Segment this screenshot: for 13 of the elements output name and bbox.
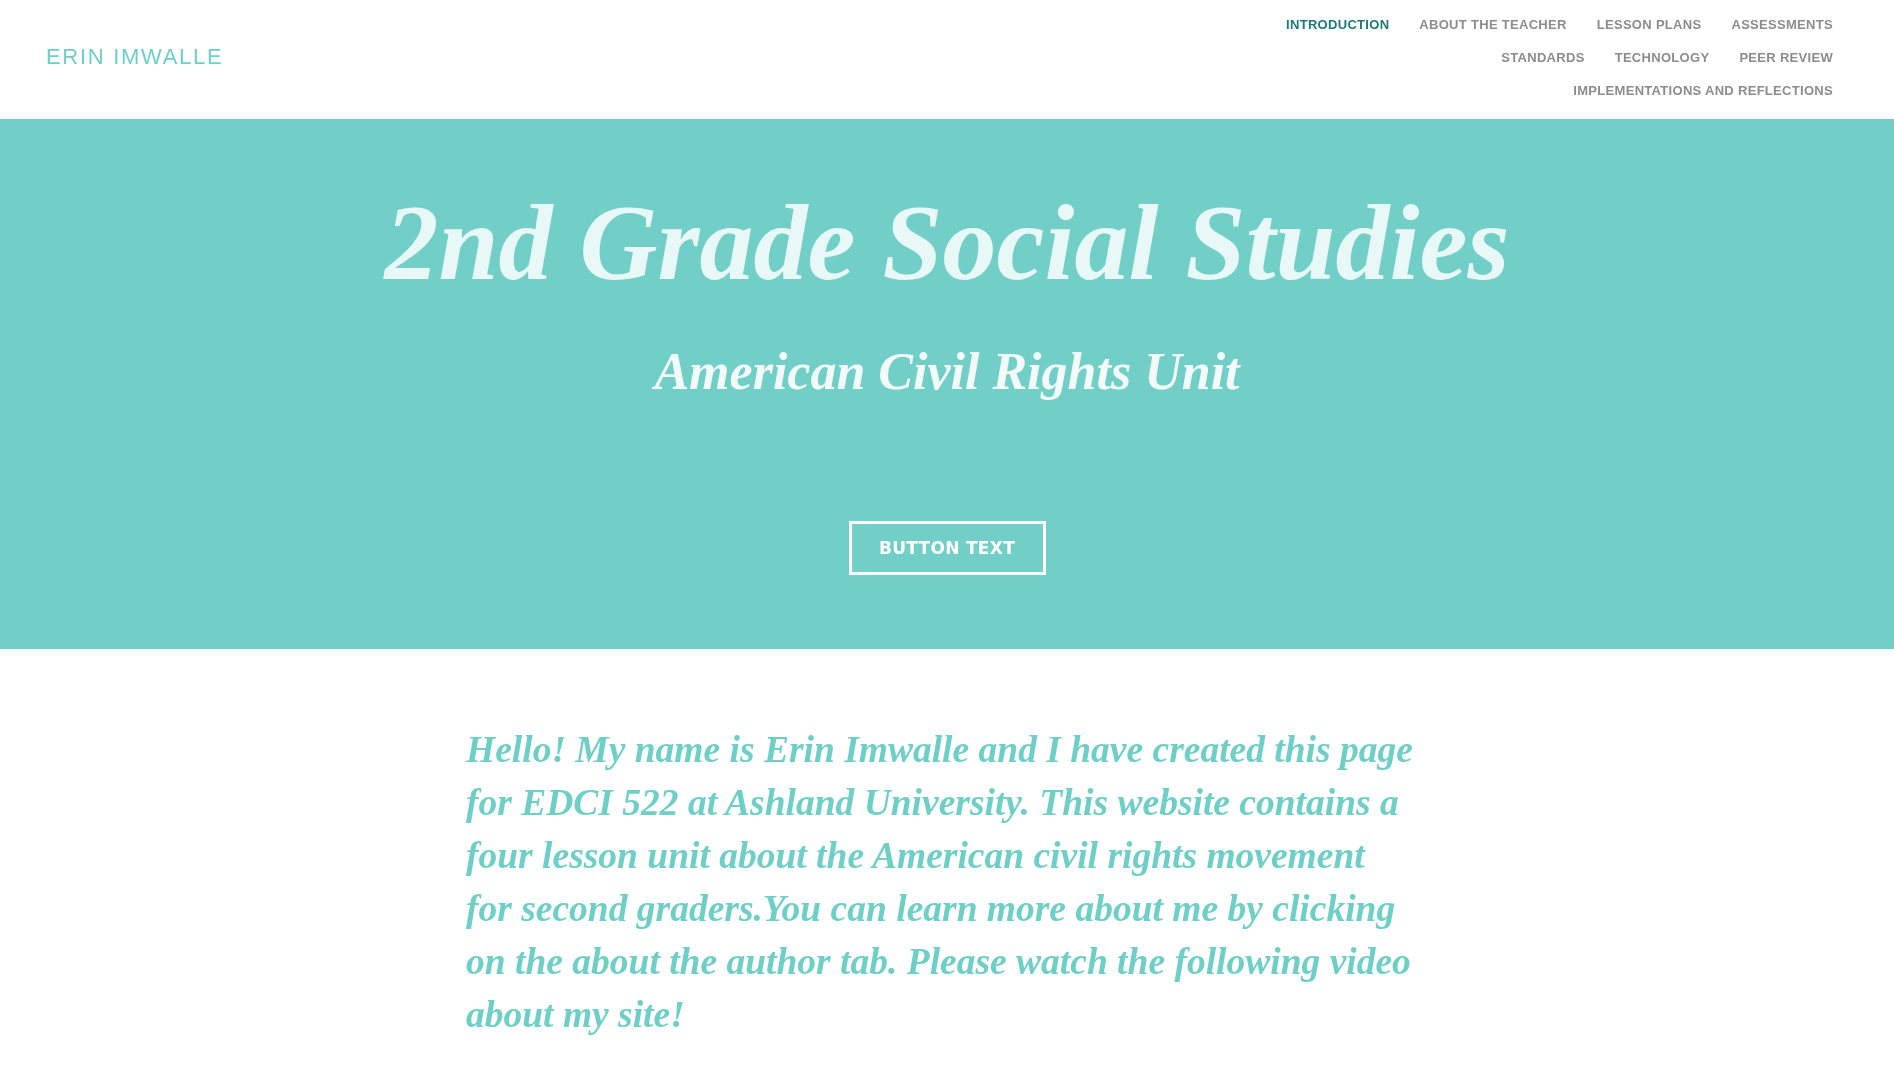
hero-subtitle: American Civil Rights Unit [654, 342, 1240, 402]
intro-paragraph: Hello! My name is Erin Imwalle and I have created this page for EDCI 522 at Ashland University. This website contains a four lesson unit about the American civil rights movement for second graders.You can learn more about me by clicking on the about the author tab. Please watch the following video about my site! [466, 728, 1414, 1037]
nav-link[interactable]: PEER REVIEW [1739, 49, 1833, 66]
nav-link[interactable]: LESSON PLANS [1596, 16, 1702, 33]
nav-link[interactable]: ASSESSMENTS [1731, 16, 1833, 33]
nav-link[interactable]: INTRODUCTION [1286, 16, 1390, 33]
hero-title: 2nd Grade Social Studies [384, 182, 1510, 304]
hero-button[interactable]: BUTTON TEXT [848, 521, 1046, 575]
nav-link[interactable]: TECHNOLOGY [1614, 49, 1710, 66]
nav-link[interactable]: ABOUT THE TEACHER [1419, 16, 1567, 33]
nav-link[interactable]: IMPLEMENTATIONS AND REFLECTIONS [1573, 82, 1833, 99]
site-logo[interactable]: ERIN IMWALLE [46, 44, 224, 70]
nav-link[interactable]: STANDARDS [1501, 49, 1585, 66]
